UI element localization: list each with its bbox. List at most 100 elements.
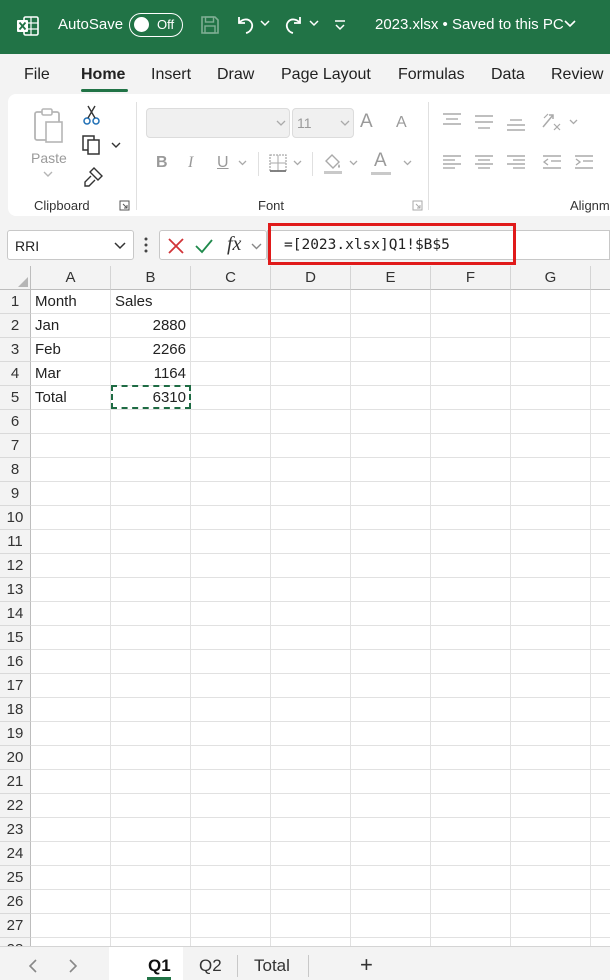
cell[interactable] (431, 506, 511, 530)
cell[interactable] (111, 770, 191, 794)
cell[interactable] (271, 722, 351, 746)
tab-file[interactable]: File (24, 66, 50, 84)
redo-dropdown-chevron-icon[interactable] (309, 20, 319, 28)
cell[interactable] (31, 626, 111, 650)
bottom-align-icon[interactable] (506, 116, 526, 132)
cell[interactable] (511, 386, 591, 410)
insert-function-icon[interactable]: fx (227, 233, 241, 256)
cell[interactable] (591, 770, 610, 794)
row-header-6[interactable]: 6 (0, 410, 31, 434)
row-header-9[interactable]: 9 (0, 482, 31, 506)
cell[interactable] (271, 554, 351, 578)
cell[interactable] (271, 914, 351, 938)
row-header-19[interactable]: 19 (0, 722, 31, 746)
cell[interactable] (351, 362, 431, 386)
cancel-icon[interactable] (167, 237, 185, 255)
cell[interactable] (191, 314, 271, 338)
cell[interactable]: Sales (111, 290, 191, 314)
undo-dropdown-chevron-icon[interactable] (260, 20, 270, 28)
cell[interactable] (431, 866, 511, 890)
cell[interactable] (431, 842, 511, 866)
paste-icon[interactable] (32, 106, 66, 144)
cell[interactable] (591, 794, 610, 818)
cell[interactable] (191, 458, 271, 482)
tab-page-layout[interactable]: Page Layout (281, 66, 371, 84)
row-header-18[interactable]: 18 (0, 698, 31, 722)
cell[interactable] (271, 338, 351, 362)
cell[interactable] (591, 746, 610, 770)
cell[interactable] (271, 794, 351, 818)
orientation-icon[interactable] (540, 110, 564, 132)
cell[interactable] (351, 506, 431, 530)
cell[interactable] (111, 698, 191, 722)
row-header-14[interactable]: 14 (0, 602, 31, 626)
sheet-tab-total[interactable]: Total (254, 956, 290, 976)
cell[interactable] (351, 938, 431, 946)
cell[interactable] (31, 770, 111, 794)
cell[interactable] (31, 890, 111, 914)
cell[interactable] (191, 362, 271, 386)
cell[interactable] (591, 626, 610, 650)
function-chevron-icon[interactable] (251, 243, 262, 250)
cell[interactable] (591, 842, 610, 866)
cell[interactable] (31, 434, 111, 458)
cell[interactable] (111, 794, 191, 818)
file-status[interactable]: 2023.xlsx • Saved to this PC (375, 16, 564, 33)
formula-input[interactable]: =[2023.xlsx]Q1!$B$5 (267, 230, 610, 260)
cell[interactable] (591, 506, 610, 530)
cell[interactable] (111, 746, 191, 770)
cell[interactable] (31, 698, 111, 722)
row-header-28[interactable]: 28 (0, 938, 31, 946)
row-header-23[interactable]: 23 (0, 818, 31, 842)
cell[interactable] (271, 410, 351, 434)
tab-formulas[interactable]: Formulas (398, 66, 465, 84)
cell[interactable] (31, 842, 111, 866)
cell[interactable]: 1164 (111, 362, 191, 386)
cell[interactable] (591, 554, 610, 578)
column-header-e[interactable]: E (351, 266, 431, 290)
row-header-16[interactable]: 16 (0, 650, 31, 674)
cell[interactable] (431, 938, 511, 946)
sheet-tab-q2[interactable]: Q2 (199, 956, 222, 976)
clipboard-launcher-icon[interactable] (119, 200, 130, 211)
row-header-24[interactable]: 24 (0, 842, 31, 866)
tab-draw[interactable]: Draw (217, 66, 254, 84)
cell[interactable] (31, 506, 111, 530)
row-header-8[interactable]: 8 (0, 458, 31, 482)
cell[interactable] (271, 314, 351, 338)
cell[interactable] (31, 458, 111, 482)
cell[interactable] (431, 602, 511, 626)
cell[interactable] (431, 698, 511, 722)
paste-label[interactable]: Paste (31, 150, 67, 166)
cell[interactable]: Total (31, 386, 111, 410)
select-all-corner[interactable] (0, 266, 31, 290)
font-name-chevron-icon[interactable] (276, 120, 286, 127)
cell[interactable] (431, 722, 511, 746)
cut-icon[interactable] (82, 104, 102, 126)
cell[interactable] (351, 314, 431, 338)
cell[interactable] (111, 938, 191, 946)
top-align-icon[interactable] (442, 112, 462, 128)
cell[interactable] (511, 650, 591, 674)
cell[interactable] (431, 650, 511, 674)
cell[interactable] (591, 290, 610, 314)
add-sheet-button[interactable]: + (360, 952, 373, 978)
cell[interactable] (111, 482, 191, 506)
scroll-right-icon[interactable] (68, 959, 78, 973)
save-icon[interactable] (199, 14, 221, 36)
cell[interactable] (431, 794, 511, 818)
row-header-22[interactable]: 22 (0, 794, 31, 818)
cell[interactable] (271, 626, 351, 650)
cell[interactable] (591, 890, 610, 914)
cell[interactable]: Month (31, 290, 111, 314)
cell[interactable] (591, 698, 610, 722)
cell[interactable] (511, 890, 591, 914)
cell[interactable] (111, 530, 191, 554)
column-header-f[interactable]: F (431, 266, 511, 290)
column-header-b[interactable]: B (111, 266, 191, 290)
cell[interactable] (591, 458, 610, 482)
cell[interactable] (511, 602, 591, 626)
cell[interactable] (351, 434, 431, 458)
cell[interactable] (511, 770, 591, 794)
cell[interactable] (191, 338, 271, 362)
